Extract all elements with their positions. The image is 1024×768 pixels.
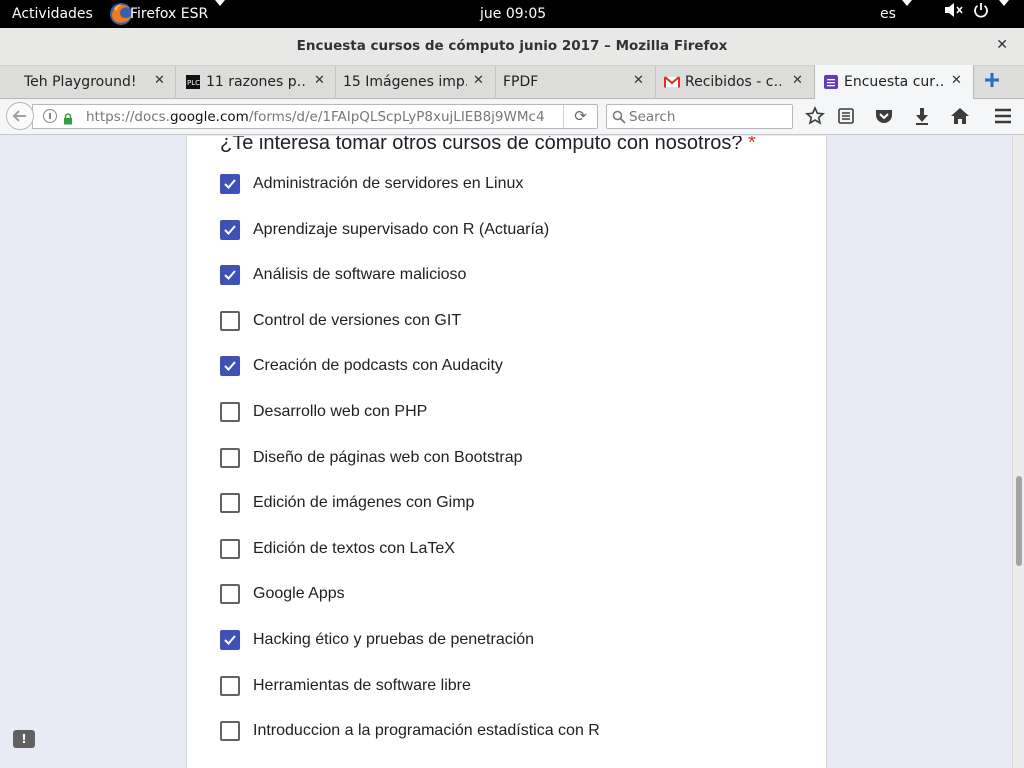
- search-icon: [612, 109, 626, 124]
- tab-label: 15 Imágenes imp…: [343, 74, 467, 90]
- checkmark-icon: [224, 179, 236, 189]
- tab-11-razones[interactable]: PLC 11 razones p… ✕: [176, 66, 336, 99]
- checkbox-unchecked[interactable]: [220, 448, 240, 468]
- language-caret-icon[interactable]: [902, 0, 912, 28]
- gnome-top-bar: Actividades Firefox ESR jue 09:05 es: [0, 0, 1024, 28]
- app-menu-label[interactable]: Firefox ESR: [130, 0, 208, 28]
- home-icon[interactable]: [950, 106, 970, 126]
- tab-encuesta-active[interactable]: Encuesta cur… ✕: [814, 65, 974, 100]
- downloads-icon[interactable]: [912, 106, 932, 126]
- url-bar[interactable]: https://docs.google.com/forms/d/e/1FAIpQ…: [32, 104, 598, 129]
- power-icon[interactable]: [973, 0, 989, 28]
- tab-close-icon[interactable]: ✕: [314, 73, 325, 88]
- option-label[interactable]: Aprendizaje supervisado con R (Actuaría): [253, 221, 549, 239]
- checkmark-icon: [224, 225, 236, 235]
- search-box[interactable]: Search: [606, 104, 793, 129]
- reload-icon[interactable]: ⟳: [563, 105, 597, 128]
- app-menu-caret-icon[interactable]: [215, 0, 225, 28]
- volume-muted-icon[interactable]: [944, 0, 964, 28]
- tab-strip: Teh Playground! ✕ PLC 11 razones p… ✕ 15…: [0, 65, 1024, 100]
- option-label[interactable]: Google Apps: [253, 585, 345, 603]
- pocket-icon[interactable]: [874, 106, 894, 126]
- tab-close-icon[interactable]: ✕: [792, 73, 803, 88]
- plc-icon: PLC: [186, 75, 200, 89]
- option-label[interactable]: Administración de servidores en Linux: [253, 175, 523, 193]
- clock[interactable]: jue 09:05: [480, 0, 546, 28]
- new-tab-plus-icon[interactable]: [984, 72, 1000, 88]
- checkmark-icon: [224, 635, 236, 645]
- checkbox-unchecked[interactable]: [220, 402, 240, 422]
- option-label[interactable]: Creación de podcasts con Audacity: [253, 357, 503, 375]
- url-prefix: https://docs.: [86, 109, 170, 125]
- checkbox-checked[interactable]: [220, 174, 240, 194]
- checkbox-checked[interactable]: [220, 220, 240, 240]
- forms-icon: [824, 75, 838, 89]
- back-arrow-icon: [12, 110, 26, 122]
- back-button[interactable]: [6, 102, 34, 130]
- tab-gmail-recibidos[interactable]: Recibidos - c… ✕: [656, 66, 816, 99]
- bookmarks-menu-icon[interactable]: [836, 106, 856, 126]
- window-title: Encuesta cursos de cómputo junio 2017 – …: [296, 38, 728, 54]
- navigation-toolbar: https://docs.google.com/forms/d/e/1FAIpQ…: [0, 99, 1024, 135]
- url-host: google.com: [169, 109, 249, 125]
- checkbox-unchecked[interactable]: [220, 584, 240, 604]
- option-label[interactable]: Edición de imágenes con Gimp: [253, 494, 474, 512]
- site-info-icon[interactable]: [43, 109, 57, 123]
- checkbox-checked[interactable]: [220, 265, 240, 285]
- window-titlebar: Encuesta cursos de cómputo junio 2017 – …: [0, 28, 1024, 66]
- checkbox-unchecked[interactable]: [220, 721, 240, 741]
- system-menu-caret-icon[interactable]: [999, 0, 1009, 28]
- search-placeholder: Search: [629, 109, 676, 125]
- tab-teh-playground[interactable]: Teh Playground! ✕: [10, 66, 176, 99]
- bookmark-star-icon[interactable]: [805, 106, 825, 126]
- option-label[interactable]: Hacking ético y pruebas de penetración: [253, 631, 534, 649]
- option-label[interactable]: Diseño de páginas web con Bootstrap: [253, 449, 523, 467]
- checkmark-icon: [224, 270, 236, 280]
- report-problem-icon[interactable]: !: [13, 730, 35, 748]
- tab-15-imagenes[interactable]: 15 Imágenes imp… ✕: [336, 66, 496, 99]
- tab-close-icon[interactable]: ✕: [473, 73, 484, 88]
- activities-button[interactable]: Actividades: [12, 0, 93, 28]
- checkbox-unchecked[interactable]: [220, 539, 240, 559]
- checkbox-unchecked[interactable]: [220, 676, 240, 696]
- url-text: https://docs.google.com/forms/d/e/1FAIpQ…: [86, 109, 546, 125]
- required-asterisk: *: [748, 136, 756, 154]
- question-text: ¿Te interesa tomar otros cursos de cómpu…: [220, 136, 743, 154]
- option-label[interactable]: Desarrollo web con PHP: [253, 403, 427, 421]
- checkbox-checked[interactable]: [220, 356, 240, 376]
- tab-label: Teh Playground!: [24, 74, 137, 90]
- scrollbar-thumb[interactable]: [1016, 476, 1022, 566]
- svg-text:PLC: PLC: [187, 79, 200, 87]
- tab-label: FPDF: [503, 74, 539, 90]
- option-label[interactable]: Introduccion a la programación estadísti…: [253, 722, 600, 740]
- option-label[interactable]: Herramientas de software libre: [253, 677, 471, 695]
- window-close-icon[interactable]: ✕: [996, 37, 1008, 53]
- padlock-icon[interactable]: [63, 110, 73, 125]
- tab-close-icon[interactable]: ✕: [633, 73, 644, 88]
- page-scrollbar[interactable]: [1012, 136, 1024, 768]
- page-viewport: ¿Te interesa tomar otros cursos de cómpu…: [0, 136, 1012, 768]
- language-indicator[interactable]: es: [880, 0, 896, 28]
- option-label[interactable]: Edición de textos con LaTeX: [253, 540, 455, 558]
- tab-close-icon[interactable]: ✕: [154, 73, 165, 88]
- tab-label: Recibidos - c…: [685, 74, 781, 90]
- checkbox-checked[interactable]: [220, 630, 240, 650]
- url-path: /forms/d/e/1FAIpQLScpLyP8xujLIEB8j9WMc4: [248, 109, 545, 125]
- checkmark-icon: [224, 361, 236, 371]
- tab-label: 11 razones p…: [206, 74, 306, 90]
- checkbox-unchecked[interactable]: [220, 493, 240, 513]
- gmail-icon: [664, 75, 680, 89]
- option-label[interactable]: Control de versiones con GIT: [253, 312, 461, 330]
- checkbox-unchecked[interactable]: [220, 311, 240, 331]
- tab-close-icon[interactable]: ✕: [951, 73, 962, 88]
- tab-fpdf[interactable]: FPDF ✕: [496, 66, 656, 99]
- option-label[interactable]: Análisis de software malicioso: [253, 266, 466, 284]
- question-title: ¿Te interesa tomar otros cursos de cómpu…: [220, 136, 756, 155]
- hamburger-menu-icon[interactable]: [993, 106, 1013, 126]
- tab-label: Encuesta cur…: [844, 74, 944, 90]
- form-question-card: ¿Te interesa tomar otros cursos de cómpu…: [186, 136, 827, 768]
